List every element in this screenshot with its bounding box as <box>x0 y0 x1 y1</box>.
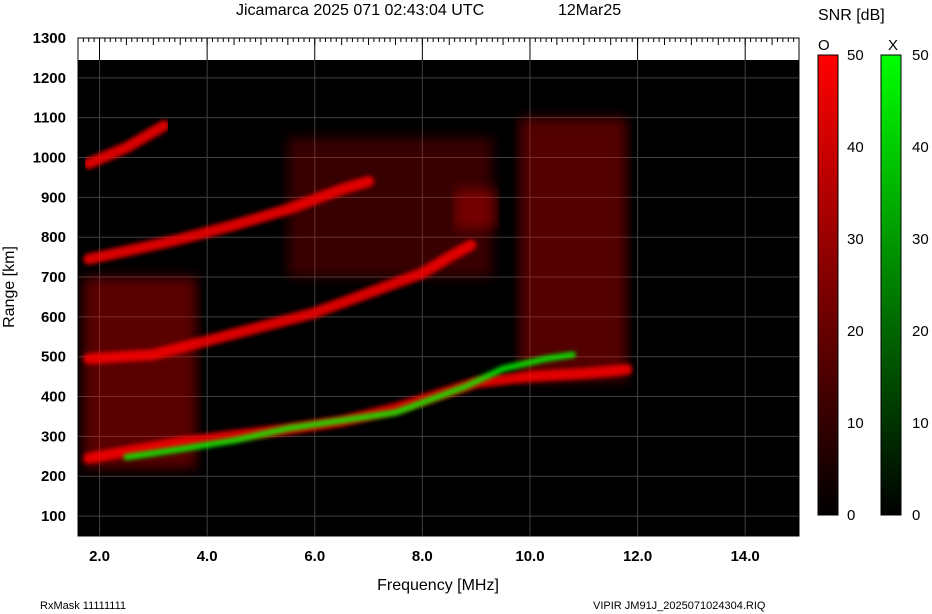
colorbar-o-tick: 10 <box>847 415 864 432</box>
x-tick-label: 14.0 <box>731 548 760 565</box>
y-tick-labels: 100 200 300 400 500 600 700 800 900 1000 1100 1200 1… <box>33 30 66 525</box>
y-tick-label: 800 <box>41 229 66 246</box>
colorbar-x-tick: 20 <box>912 323 929 340</box>
ionogram-chart: Jicamarca 2025 071 02:43:04 UTC 12Mar25 … <box>1 2 929 612</box>
colorbar-o-tick: 20 <box>847 323 864 340</box>
colorbar-o-tick: 40 <box>847 139 864 156</box>
y-tick-label: 300 <box>41 428 66 445</box>
y-tick-label: 1100 <box>33 110 66 127</box>
y-tick-label: 1300 <box>33 30 66 47</box>
y-tick-label: 400 <box>41 389 66 406</box>
x-tick-label: 4.0 <box>197 548 218 565</box>
x-tick-label: 2.0 <box>89 548 110 565</box>
y-tick-label: 500 <box>41 349 66 366</box>
colorbar-x-label: X <box>888 37 898 54</box>
x-tick-label: 12.0 <box>623 548 652 565</box>
y-tick-label: 100 <box>41 508 66 525</box>
y-tick-label: 200 <box>41 468 66 485</box>
y-tick-label: 900 <box>41 189 66 206</box>
footer-rxmask: RxMask 11111111 <box>40 600 126 612</box>
colorbar-o-label: O <box>818 37 830 54</box>
colorbar-x-tick: 10 <box>912 415 929 432</box>
footer-filename: VIPIR JM91J_2025071024304.RIQ <box>593 600 766 612</box>
colorbar-o-tick: 50 <box>847 47 864 64</box>
colorbar-x <box>880 54 902 516</box>
y-tick-label: 1200 <box>33 70 66 87</box>
x-tick-label: 10.0 <box>515 548 544 565</box>
y-tick-label: 1000 <box>33 150 66 167</box>
colorbar-o <box>817 54 839 516</box>
y-axis-title: Range [km] <box>1 246 18 328</box>
colorbar-title: SNR [dB] <box>818 7 885 24</box>
colorbar-o-tick: 0 <box>847 507 855 524</box>
colorbar-x-tick: 30 <box>912 231 929 248</box>
y-tick-label: 700 <box>41 269 66 286</box>
x-tick-label: 6.0 <box>304 548 325 565</box>
chart-date: 12Mar25 <box>558 2 621 19</box>
y-tick-label: 600 <box>41 309 66 326</box>
diffuse-echo <box>519 117 627 381</box>
diffuse-echo <box>454 189 498 230</box>
x-tick-label: 8.0 <box>412 548 433 565</box>
colorbar-x-tick: 50 <box>912 47 929 64</box>
x-axis-title: Frequency [MHz] <box>377 577 499 594</box>
colorbar-x-tick: 0 <box>912 507 920 524</box>
chart-title: Jicamarca 2025 071 02:43:04 UTC <box>236 2 484 19</box>
colorbar-o-tick: 30 <box>847 231 864 248</box>
colorbar-x-tick: 40 <box>912 139 929 156</box>
x-tick-labels: 2.0 4.0 6.0 8.0 10.0 12.0 14.0 <box>89 548 760 565</box>
